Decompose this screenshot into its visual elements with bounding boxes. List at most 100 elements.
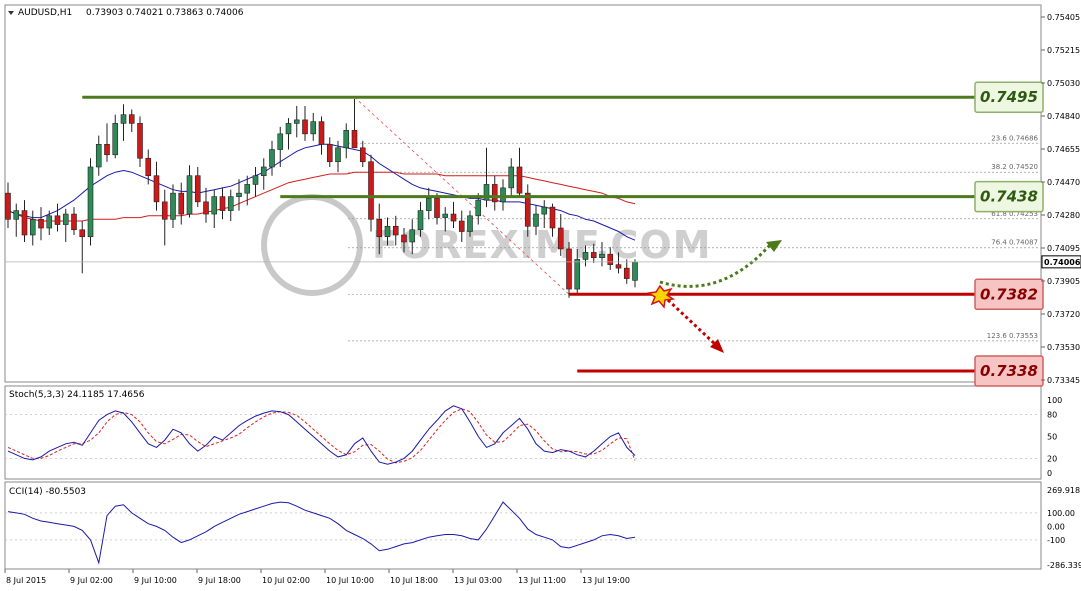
candle-body <box>590 252 597 258</box>
level-label-r2: 0.7438 <box>980 188 1038 206</box>
stoch-tick-label: 100 <box>1047 396 1062 405</box>
candle-body <box>29 218 36 236</box>
candle-body <box>359 147 366 163</box>
candle-body <box>582 252 589 260</box>
candle-body <box>557 227 564 250</box>
candle-body <box>87 166 94 238</box>
candle-body <box>219 196 226 211</box>
candle-body <box>434 198 440 218</box>
candle-body <box>104 144 110 156</box>
candle-body <box>95 144 102 168</box>
time-tick-label: 9 Jul 18:00 <box>198 576 241 585</box>
candle-body <box>508 166 515 189</box>
stoch-tick-label: 80 <box>1047 411 1057 420</box>
candle-body <box>500 187 506 203</box>
candle-body <box>260 166 267 177</box>
price-tick-label: 0.74470 <box>1047 178 1080 187</box>
time-tick-label: 9 Jul 10:00 <box>134 576 177 585</box>
time-tick-label: 8 Jul 2015 <box>6 576 46 585</box>
candle-body <box>326 144 333 163</box>
candle-body <box>79 229 86 238</box>
cci-axis: 269.918 100.00 0.00 -100 -286.339 <box>1047 486 1081 570</box>
candle-body <box>128 114 135 124</box>
fib-label: 76.4 0.74087 <box>991 239 1038 247</box>
candle-body <box>46 215 53 229</box>
candle-body <box>516 166 523 194</box>
candle-body <box>145 157 152 177</box>
candle-body <box>161 201 168 220</box>
stoch-tick-label: 50 <box>1047 433 1057 442</box>
candle-body <box>285 123 292 135</box>
price-tick-label: 0.75030 <box>1047 79 1080 88</box>
candle-body <box>178 192 185 215</box>
level-label-s2: 0.7338 <box>980 362 1038 380</box>
candle-body <box>632 261 638 281</box>
candle-body <box>137 123 143 159</box>
candle-body <box>13 210 20 220</box>
candle-body <box>392 225 399 236</box>
time-tick-label: 13 Jul 11:00 <box>518 576 566 585</box>
price-tick-label: 0.73345 <box>1047 376 1080 385</box>
cci-tick-label: -286.339 <box>1047 561 1081 570</box>
candle-body <box>153 175 160 203</box>
candle-body <box>467 215 473 232</box>
candle-body <box>194 175 201 203</box>
candle-body <box>615 264 622 269</box>
chart-canvas: FOREXIMF.COM 23.6 0.7468638.2 0.7452050.… <box>4 4 1081 585</box>
candle-body <box>425 198 432 211</box>
stoch-panel-frame <box>4 385 1042 480</box>
time-tick-label: 9 Jul 02:00 <box>70 576 113 585</box>
candle-body <box>574 259 581 290</box>
candle-body <box>541 206 548 215</box>
candle-body <box>384 225 391 238</box>
symbol-label: AUDUSD,H1 <box>18 8 72 18</box>
candle-body <box>566 248 572 290</box>
price-tick-label: 0.74655 <box>1047 145 1080 154</box>
candle-body <box>599 253 605 258</box>
time-tick-label: 10 Jul 10:00 <box>326 576 374 585</box>
candle-body <box>302 119 308 135</box>
candle-body <box>62 213 69 225</box>
level-label-r1: 0.7495 <box>980 88 1038 106</box>
candle-body <box>417 210 424 231</box>
stoch-axis: 100 80 50 20 0 <box>1047 396 1062 478</box>
stoch-tick-label: 0 <box>1047 469 1052 478</box>
time-tick-label: 13 Jul 19:00 <box>582 576 630 585</box>
candle-body <box>38 218 44 229</box>
candle-body <box>54 215 61 225</box>
candle-body <box>252 175 259 185</box>
time-axis: 8 Jul 2015 9 Jul 02:00 9 Jul 10:00 9 Jul 18… <box>4 569 630 585</box>
price-tick-label: 0.75215 <box>1047 46 1080 55</box>
candle-body <box>376 218 383 238</box>
candle-body <box>450 213 457 222</box>
candle-body <box>623 267 630 279</box>
candle-body <box>549 206 556 229</box>
candle-body <box>293 119 300 124</box>
cci-tick-label: 269.918 <box>1047 486 1080 495</box>
candle-body <box>475 199 482 217</box>
candle-body <box>491 184 498 203</box>
candle-body <box>335 147 341 163</box>
price-tick-label: 0.75405 <box>1047 13 1080 22</box>
fib-label: 23.6 0.74686 <box>991 134 1038 142</box>
candle-body <box>269 149 275 168</box>
candle-body <box>343 130 350 149</box>
candle-body <box>310 121 317 135</box>
fib-label: 38.2 0.74520 <box>991 163 1038 171</box>
candle-body <box>170 192 176 220</box>
price-tick-label: 0.73720 <box>1047 310 1080 319</box>
fib-label: 123.6 0.73553 <box>987 332 1038 340</box>
candle-body <box>442 213 449 218</box>
cci-tick-label: 0.00 <box>1047 522 1065 531</box>
current-price-label: 0.74006 <box>1044 258 1081 267</box>
candle-body <box>401 234 407 243</box>
candle-body <box>607 253 614 265</box>
price-panel-frame <box>4 4 1042 383</box>
candle-body <box>351 130 358 149</box>
price-tick-label: 0.73905 <box>1047 277 1080 286</box>
candle-body <box>409 229 416 243</box>
ohlc-readout: 0.73903 0.74021 0.73863 0.74006 <box>86 8 244 18</box>
time-tick-label: 10 Jul 18:00 <box>390 576 438 585</box>
candle-body <box>277 133 284 150</box>
candle-body <box>318 121 325 145</box>
